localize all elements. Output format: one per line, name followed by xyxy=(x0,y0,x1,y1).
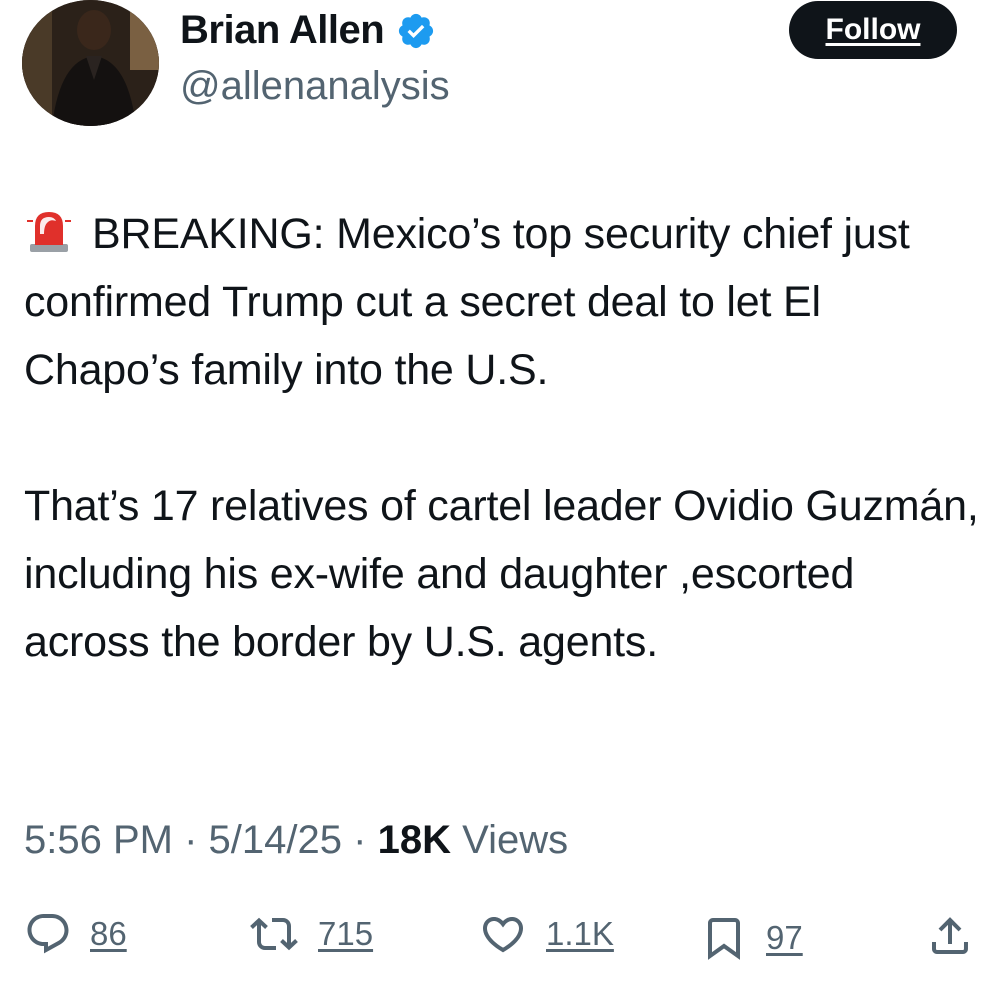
retweet-icon xyxy=(250,917,298,951)
avatar[interactable] xyxy=(22,0,159,126)
retweet-button[interactable]: 715 xyxy=(248,910,373,958)
share-button[interactable] xyxy=(926,910,974,962)
views-count: 18K xyxy=(377,818,451,862)
meta-separator: · xyxy=(353,818,367,862)
action-bar: 86 715 1.1K 97 xyxy=(0,910,1000,980)
tweet-body: BREAKING: Mexico’s top security chief ju… xyxy=(24,200,984,676)
bookmark-count: 97 xyxy=(766,919,803,956)
follow-button[interactable]: Follow xyxy=(789,1,957,59)
like-count: 1.1K xyxy=(546,915,614,952)
share-icon xyxy=(932,917,968,954)
meta-separator: · xyxy=(184,818,198,862)
views-label: Views xyxy=(462,818,569,862)
tweet-paragraph-1-text: BREAKING: Mexico’s top security chief ju… xyxy=(24,210,910,394)
rotating-light-emoji-icon xyxy=(27,212,71,252)
tweet-meta: 5:56 PM · 5/14/25 · 18K Views xyxy=(24,818,568,863)
reply-icon xyxy=(27,914,69,954)
bookmark-button[interactable]: 97 xyxy=(700,910,803,966)
avatar-photo xyxy=(22,0,159,126)
tweet-date[interactable]: 5/14/25 xyxy=(209,818,342,862)
like-button[interactable]: 1.1K xyxy=(478,910,614,958)
bookmark-icon xyxy=(708,918,740,960)
reply-count: 86 xyxy=(90,915,127,952)
tweet-paragraph-2: That’s 17 relatives of cartel leader Ovi… xyxy=(24,482,979,666)
user-handle[interactable]: @allenanalysis xyxy=(180,64,450,109)
verified-badge-icon[interactable] xyxy=(396,11,436,51)
tweet-time[interactable]: 5:56 PM xyxy=(24,818,173,862)
retweet-count: 715 xyxy=(318,915,374,952)
reply-button[interactable]: 86 xyxy=(24,910,127,958)
heart-icon xyxy=(482,917,524,953)
display-name[interactable]: Brian Allen xyxy=(180,8,385,53)
tweet-paragraph-1: BREAKING: Mexico’s top security chief ju… xyxy=(24,200,984,404)
